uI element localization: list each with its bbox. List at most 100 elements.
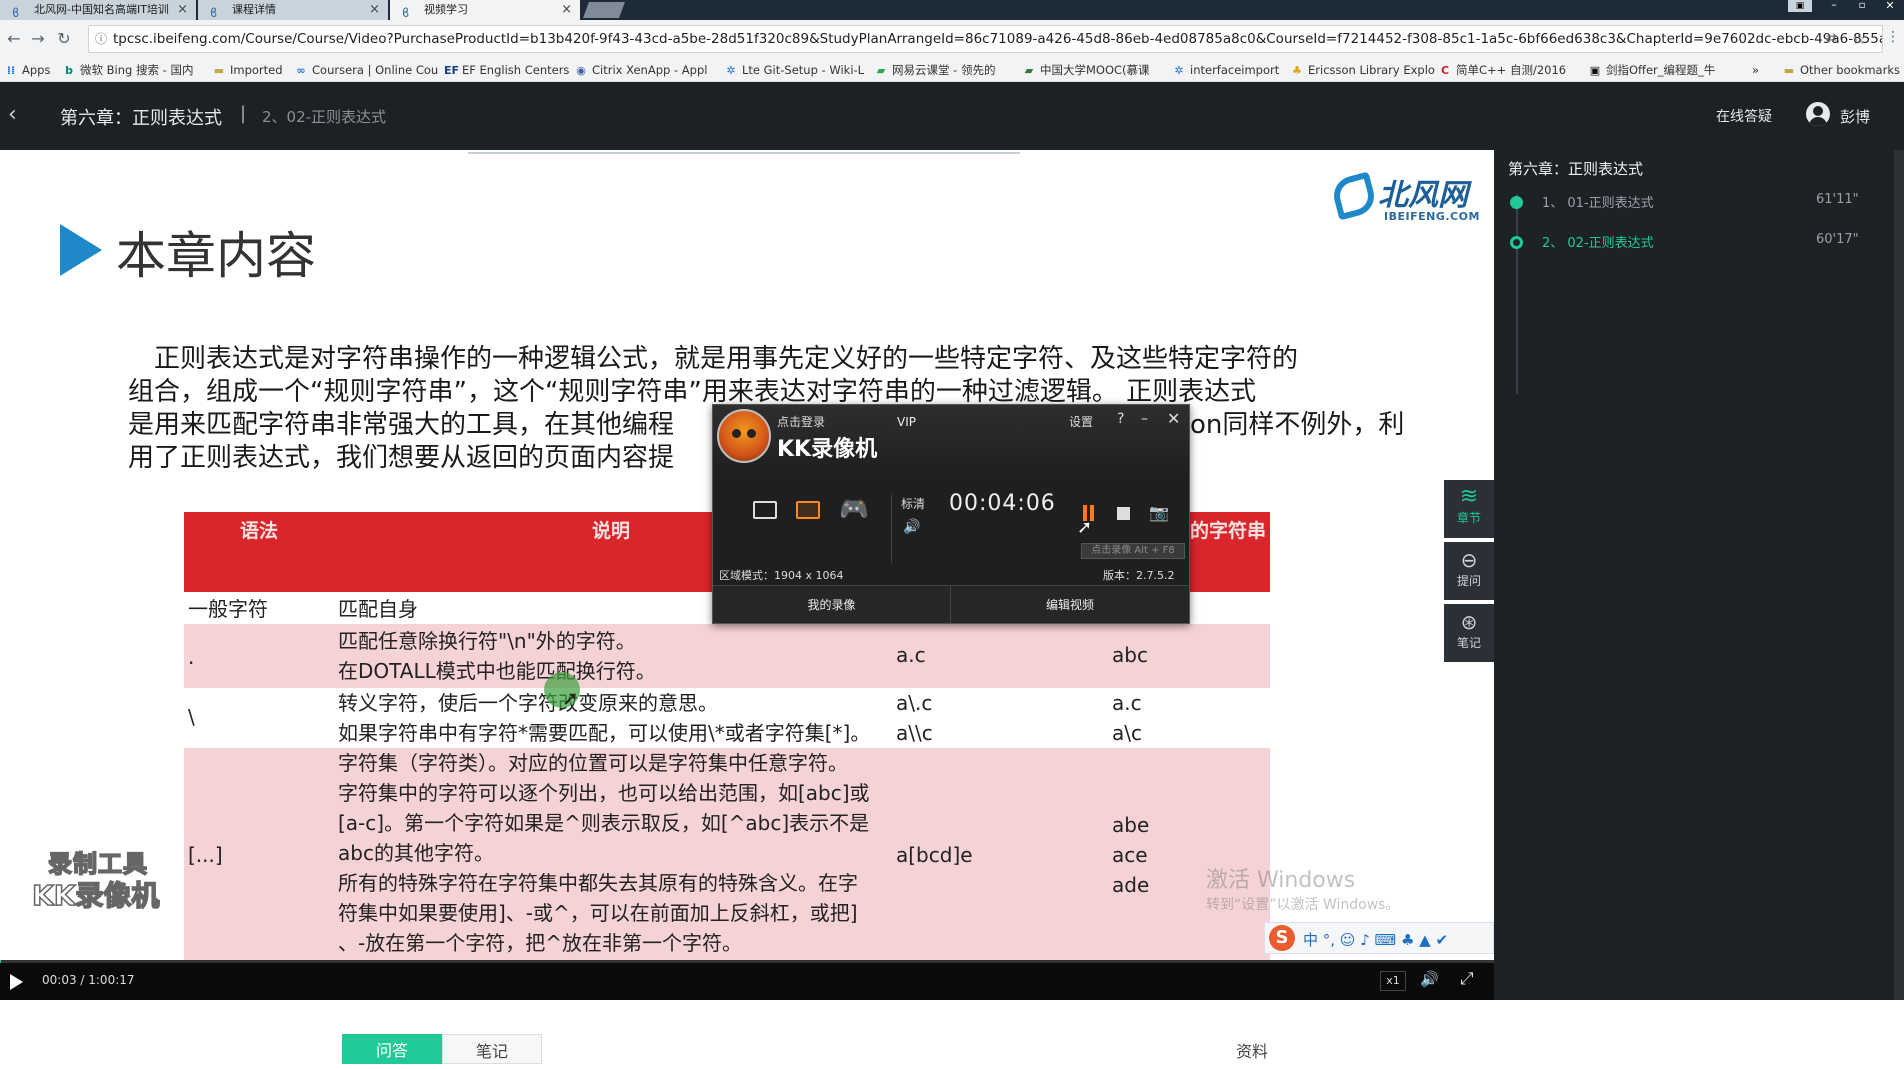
kk-timer: 00:04:06 [949,491,1056,516]
ime-buttons[interactable]: 中 °, ☺ ♪ ⌨ ♣ ▲ ✔ [1303,929,1448,950]
kk-settings-button[interactable]: 设置 [1069,413,1093,430]
kk-close-button[interactable]: ✕ [1167,409,1180,428]
bookmark-star-icon[interactable]: ☆ [1852,29,1866,48]
kk-minimize-button[interactable]: – [1141,411,1148,427]
stop-icon[interactable] [1117,507,1130,520]
bookmark-overflow-icon[interactable]: » [1752,61,1759,79]
lesson-title: 2、02-正则表达式 [262,108,387,126]
bookmark-ericsson[interactable]: ♣ Ericsson Library Explo [1290,61,1435,79]
bookmark-bing[interactable]: b 微软 Bing 搜索 - 国内 [62,61,193,79]
tab-title: 北风网-中国知名高端IT培训 [34,3,169,16]
browser-tab-1[interactable]: ϐ 北风网-中国知名高端IT培训 × [0,0,196,20]
side-tool-notes[interactable]: ⊛ 笔记 [1444,604,1494,662]
bookmark-cpp[interactable]: C 简单C++ 自测/2016 [1438,61,1566,79]
bookmark-imported[interactable]: ▬ Imported [212,61,283,79]
row-syntax: . [188,645,195,669]
slide-paragraph-line-1: 正则表达式是对字符串操作的一种逻辑公式，就是用事先定义好的一些特定字符、及这些特… [128,344,1299,374]
playlist-item[interactable]: 1、 01-正则表达式 61'11" [1494,186,1904,216]
bookmark-mooc[interactable]: ▰ 中国大学MOOC(慕课 [1022,61,1150,79]
bookmark-other[interactable]: ▬ Other bookmarks [1782,61,1900,79]
play-icon[interactable] [10,974,23,990]
row-match: a\c [1112,721,1142,745]
forward-icon[interactable]: → [28,29,48,48]
ime-toolbar[interactable]: S 中 °, ☺ ♪ ⌨ ♣ ▲ ✔ [1264,922,1494,954]
close-tab-icon[interactable]: × [177,0,188,20]
volume-icon[interactable]: 🔊 [903,519,920,535]
tab-qa[interactable]: 问答 [342,1034,442,1064]
kk-hotkey-tooltip: 点击录像 Alt + F8 [1081,543,1185,559]
url-input[interactable]: ⓘ tpcsc.ibeifeng.com/Course/Course/Video… [88,25,1883,53]
side-tool-label: 章节 [1456,511,1481,525]
row-description: 符集中如果要使用]、-或^，可以在前面加上反斜杠，或把] [338,901,858,925]
my-recordings-button[interactable]: 我的录像 [713,585,951,623]
progress-track[interactable] [0,960,1494,963]
row-description: 字符集（字符类）。对应的位置可以是字符集中任意字符。 [338,751,848,775]
side-tool-chapters[interactable]: ≋ 章节 [1444,480,1494,538]
lesson-tabs-area: 问答 笔记 资料 [0,1000,1904,1064]
profile-icon[interactable]: ▣ [1788,0,1812,12]
kk-help-button[interactable]: ? [1117,411,1124,427]
close-tab-icon[interactable]: × [369,0,380,20]
slide-paragraph-line-4: 用了正则表达式，我们想要从返回的页面内容提 [128,443,675,473]
address-bar-row: ← → ↻ ⓘ tpcsc.ibeifeng.com/Course/Course… [0,20,1904,58]
fullscreen-icon[interactable]: ⤢ [1460,969,1474,989]
kk-login-link[interactable]: 点击登录 [777,413,825,430]
region-mode-icon[interactable] [796,501,820,519]
kk-version: 版本：2.7.5.2 [1103,569,1175,582]
kk-region-info: 区域模式：1904 x 1064 [719,569,844,582]
row-description: 所有的特殊字符在字符集中都失去其原有的特殊含义。在字 [338,871,858,895]
side-tool-question[interactable]: ⊖ 提问 [1444,542,1494,600]
course-header: ‹ 第六章：正则表达式 | 2、02-正则表达式 在线答疑 彭博 [0,82,1904,150]
row-match: ade [1112,873,1150,897]
kk-recorder-window[interactable]: 点击登录 VIP 设置 ? – ✕ KK录像机 🎮 标清 🔊 00:04:06 … [712,404,1190,624]
new-tab-button[interactable] [583,2,625,18]
browser-menu-icon[interactable]: ⋮ [1886,29,1900,45]
item-duration: 60'17" [1816,232,1859,247]
camera-icon[interactable]: 📷 [1149,503,1169,522]
activate-windows-title: 激活 Windows [1206,868,1356,893]
row-match: abe [1112,813,1150,837]
screen-mode-icon[interactable] [753,501,777,519]
bookmark-apps[interactable]: ⁞⁞ Apps [4,61,51,79]
translate-icon[interactable]: ⇄ [1826,31,1837,46]
bookmark-ef[interactable]: EF EF English Centers [444,61,569,79]
bookmark-citrix[interactable]: ◉ Citrix XenApp - Appl [574,61,707,79]
bookmark-interfaceimport[interactable]: ✲ interfaceimport [1172,61,1279,79]
sogou-ime-icon[interactable]: S [1269,925,1295,951]
speed-button[interactable]: x1 [1380,971,1406,991]
sidebar-scrollbar[interactable] [1894,150,1904,1000]
edit-video-button[interactable]: 编辑视频 [951,585,1189,623]
row-example: a[bcd]e [896,843,973,867]
row-description: 匹配自身 [338,597,418,621]
row-description: 转义字符，使后一个字符改变原来的意思。 [338,691,718,715]
browser-tab-3-active[interactable]: ϐ 视频学习 × [390,0,580,20]
row-syntax: \ [188,705,195,729]
user-name[interactable]: 彭博 [1840,106,1870,127]
window-close-icon[interactable]: ✕ [1878,0,1902,12]
info-icon[interactable]: ⓘ [95,26,107,52]
slide-top-border [468,150,1020,154]
game-mode-icon[interactable]: 🎮 [839,495,869,523]
side-tool-label: 笔记 [1456,636,1481,650]
online-qa-link[interactable]: 在线答疑 [1716,106,1772,126]
back-arrow-icon[interactable]: ‹ [8,102,17,127]
browser-tab-2[interactable]: ϐ 课程详情 × [198,0,388,20]
window-maximize-icon[interactable]: ▫ [1850,0,1874,12]
back-icon[interactable]: ← [4,29,24,48]
reload-icon[interactable]: ↻ [54,29,74,48]
playlist-item-current[interactable]: 2、 02-正则表达式 60'17" [1494,226,1904,256]
kk-quality-select[interactable]: 标清 [901,495,925,512]
header-separator: | [240,103,247,124]
row-description: 如果字符串中有字符*需要匹配，可以使用\*或者字符集[*]。 [338,721,871,745]
kk-vip-badge[interactable]: VIP [897,415,916,429]
window-minimize-icon[interactable]: – [1822,0,1846,12]
bookmark-offer[interactable]: ▣ 剑指Offer_编程题_牛 [1588,61,1715,79]
tab-notes[interactable]: 笔记 [442,1034,542,1064]
volume-icon[interactable]: 🔊 [1420,970,1439,988]
playlist-sidebar: 第六章：正则表达式 1、 01-正则表达式 61'11" 2、 02-正则表达式… [1494,150,1904,1000]
user-avatar-icon[interactable] [1806,102,1830,126]
bookmark-coursera[interactable]: ∞ Coursera | Online Cou [294,61,438,79]
close-tab-icon[interactable]: × [561,0,572,20]
bookmark-lte-git[interactable]: ✲ Lte Git-Setup - Wiki-L [724,61,864,79]
bookmark-163-study[interactable]: ▰ 网易云课堂 - 领先的 [874,61,996,79]
